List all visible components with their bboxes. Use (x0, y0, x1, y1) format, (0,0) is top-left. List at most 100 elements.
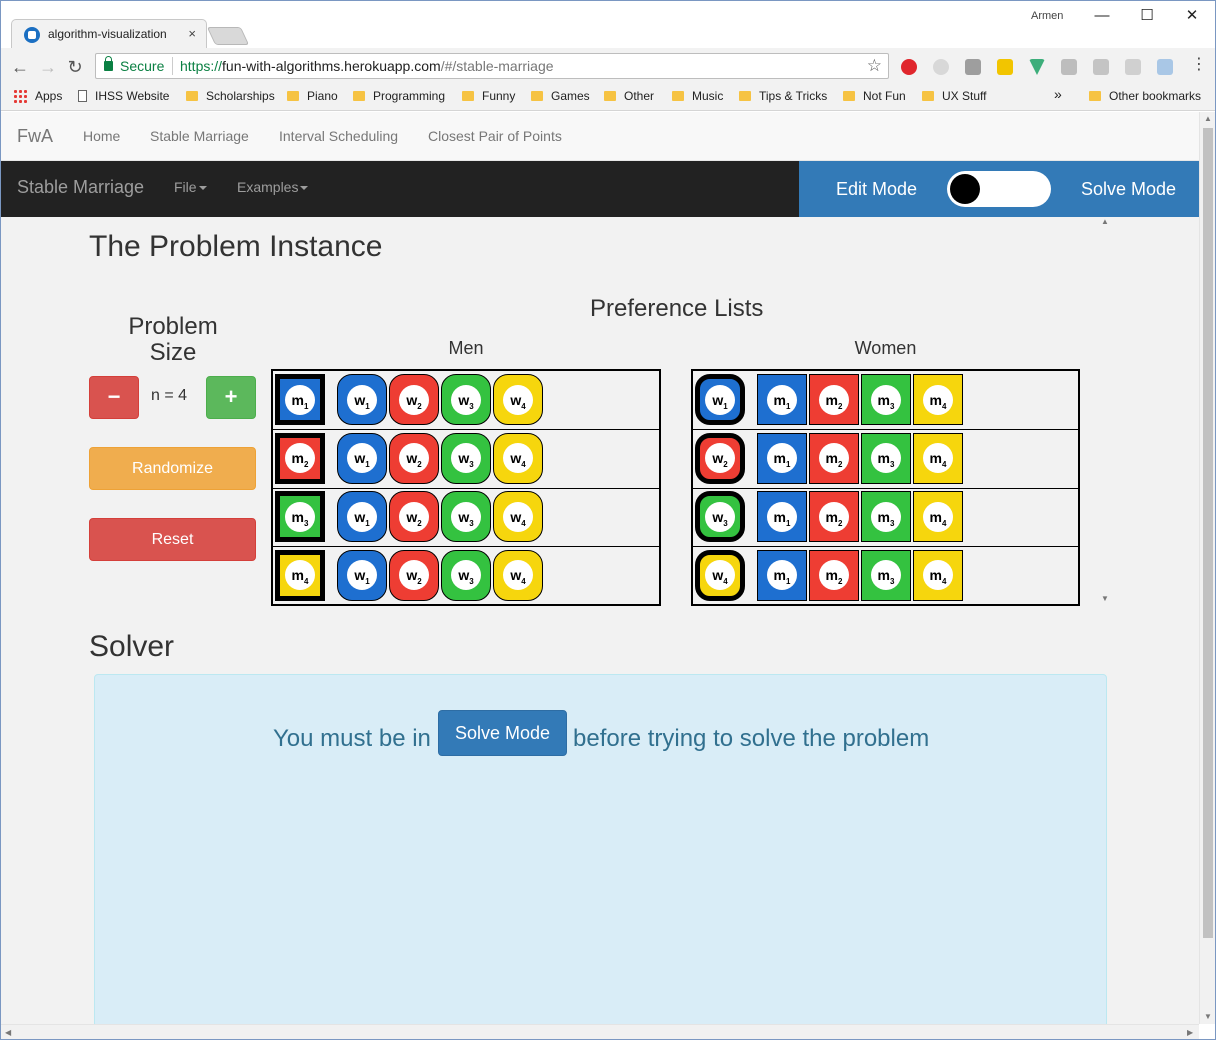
toggle-knob[interactable] (950, 174, 980, 204)
decrease-size-button[interactable]: − (89, 376, 139, 419)
bookmark-ihss[interactable]: IHSS Website (78, 89, 169, 103)
scroll-down-icon[interactable]: ▼ (1204, 1012, 1212, 1021)
dropbox-extension-icon[interactable] (1061, 59, 1077, 75)
preference-item[interactable]: w3 (441, 374, 491, 425)
preference-owner[interactable]: w1 (695, 374, 745, 425)
preference-owner[interactable]: m3 (275, 491, 325, 542)
scroll-up-icon[interactable]: ▲ (1204, 114, 1212, 123)
address-bar[interactable]: Secure https://fun-with-algorithms.herok… (95, 53, 889, 79)
bookmark-star-icon[interactable]: ☆ (867, 56, 882, 76)
bookmark-programming[interactable]: Programming (353, 89, 445, 103)
preference-item[interactable]: m2 (809, 374, 859, 425)
preference-item[interactable]: m4 (913, 374, 963, 425)
bookmarks-overflow-icon[interactable]: » (1054, 86, 1062, 102)
close-window-button[interactable]: ✕ (1172, 5, 1212, 27)
preference-item[interactable]: w2 (389, 491, 439, 542)
solve-mode-label[interactable]: Solve Mode (1081, 179, 1176, 200)
back-arrow-icon[interactable]: ← (9, 56, 31, 78)
preference-item[interactable]: m1 (757, 374, 807, 425)
scroll-left-icon[interactable]: ◀ (5, 1028, 11, 1037)
algorithm-title[interactable]: Stable Marriage (17, 177, 144, 198)
preference-item[interactable]: m1 (757, 432, 807, 484)
profile-name[interactable]: Armen (1031, 10, 1063, 22)
grid-extension-icon[interactable] (1125, 59, 1141, 75)
preference-item[interactable]: m3 (861, 491, 911, 542)
preference-owner[interactable]: w4 (695, 549, 745, 601)
scroll-down-icon[interactable]: ▼ (1101, 594, 1109, 603)
preference-item[interactable]: w2 (389, 549, 439, 601)
problem-panel-scrollbar[interactable]: ▲ ▼ (1098, 217, 1112, 605)
forward-arrow-icon[interactable]: → (37, 56, 59, 78)
bookmark-music[interactable]: Music (672, 89, 723, 103)
preference-item[interactable]: m3 (861, 374, 911, 425)
file-menu[interactable]: File (174, 179, 207, 195)
bookmark-not-fun[interactable]: Not Fun (843, 89, 906, 103)
preference-item[interactable]: w3 (441, 491, 491, 542)
preference-item[interactable]: m1 (757, 491, 807, 542)
preference-item[interactable]: m2 (809, 491, 859, 542)
browser-tab[interactable]: algorithm-visualization × (11, 19, 207, 48)
preference-item[interactable]: m4 (913, 432, 963, 484)
preference-item[interactable]: m4 (913, 491, 963, 542)
preference-item[interactable]: w1 (337, 549, 387, 601)
preference-item[interactable]: m2 (809, 432, 859, 484)
preference-owner[interactable]: w2 (695, 432, 745, 484)
preference-owner[interactable]: w3 (695, 491, 745, 542)
vpn-extension-icon[interactable] (1157, 59, 1173, 75)
preference-item[interactable]: w4 (493, 374, 543, 425)
bookmark-other[interactable]: Other (604, 89, 654, 103)
bookmark-ux-stuff[interactable]: UX Stuff (922, 89, 986, 103)
edit-mode-label[interactable]: Edit Mode (836, 179, 917, 200)
reset-button[interactable]: Reset (89, 518, 256, 561)
reload-icon[interactable]: ↻ (64, 56, 86, 78)
nav-link-closest-pair[interactable]: Closest Pair of Points (428, 128, 562, 144)
url-text[interactable]: https://fun-with-algorithms.herokuapp.co… (180, 58, 554, 74)
mode-toggle[interactable] (947, 171, 1051, 207)
notes-extension-icon[interactable] (997, 59, 1013, 75)
preference-owner[interactable]: m4 (275, 549, 325, 601)
bookmark-funny[interactable]: Funny (462, 89, 515, 103)
scroll-up-icon[interactable]: ▲ (1101, 217, 1109, 226)
preference-owner[interactable]: m1 (275, 374, 325, 425)
nav-link-home[interactable]: Home (83, 128, 120, 144)
increase-size-button[interactable]: + (206, 376, 256, 419)
preference-item[interactable]: w2 (389, 432, 439, 484)
new-tab-button[interactable] (206, 27, 250, 45)
preference-item[interactable]: w2 (389, 374, 439, 425)
minimize-button[interactable]: — (1082, 5, 1122, 27)
preference-item[interactable]: w4 (493, 549, 543, 601)
preference-item[interactable]: m1 (757, 549, 807, 601)
preference-item[interactable]: w3 (441, 432, 491, 484)
bookmark-games[interactable]: Games (531, 89, 590, 103)
preference-item[interactable]: w1 (337, 374, 387, 425)
bookmark-apps[interactable]: Apps (13, 89, 62, 103)
bookmark-scholarships[interactable]: Scholarships (186, 89, 275, 103)
page-horizontal-scrollbar[interactable]: ◀ ▶ (1, 1024, 1199, 1039)
page-vertical-scrollbar[interactable]: ▲ ▼ (1199, 112, 1215, 1024)
browser-menu-icon[interactable]: ⋮ (1191, 56, 1207, 74)
bookmark-tips[interactable]: Tips & Tricks (739, 89, 827, 103)
pdf-extension-icon[interactable] (1093, 59, 1109, 75)
site-brand[interactable]: FwA (17, 126, 53, 147)
preference-item[interactable]: w3 (441, 549, 491, 601)
preference-item[interactable]: w1 (337, 491, 387, 542)
preference-item[interactable]: w4 (493, 491, 543, 542)
scroll-thumb[interactable] (1203, 128, 1213, 938)
chrome-extension-icon[interactable] (933, 59, 949, 75)
bookmark-other-bookmarks[interactable]: Other bookmarks (1089, 89, 1201, 103)
nav-link-stable-marriage[interactable]: Stable Marriage (150, 128, 249, 144)
preference-item[interactable]: m3 (861, 549, 911, 601)
preference-item[interactable]: w4 (493, 432, 543, 484)
examples-menu[interactable]: Examples (237, 179, 309, 195)
nav-link-interval-scheduling[interactable]: Interval Scheduling (279, 128, 398, 144)
preference-item[interactable]: w1 (337, 432, 387, 484)
randomize-button[interactable]: Randomize (89, 447, 256, 490)
bookmark-piano[interactable]: Piano (287, 89, 338, 103)
vue-devtools-icon[interactable] (1029, 59, 1045, 75)
drive-extension-icon[interactable] (965, 59, 981, 75)
maximize-button[interactable]: ☐ (1127, 5, 1167, 27)
preference-item[interactable]: m2 (809, 549, 859, 601)
preference-owner[interactable]: m2 (275, 432, 325, 484)
tab-close-icon[interactable]: × (188, 26, 196, 41)
solve-mode-button[interactable]: Solve Mode (438, 710, 567, 756)
